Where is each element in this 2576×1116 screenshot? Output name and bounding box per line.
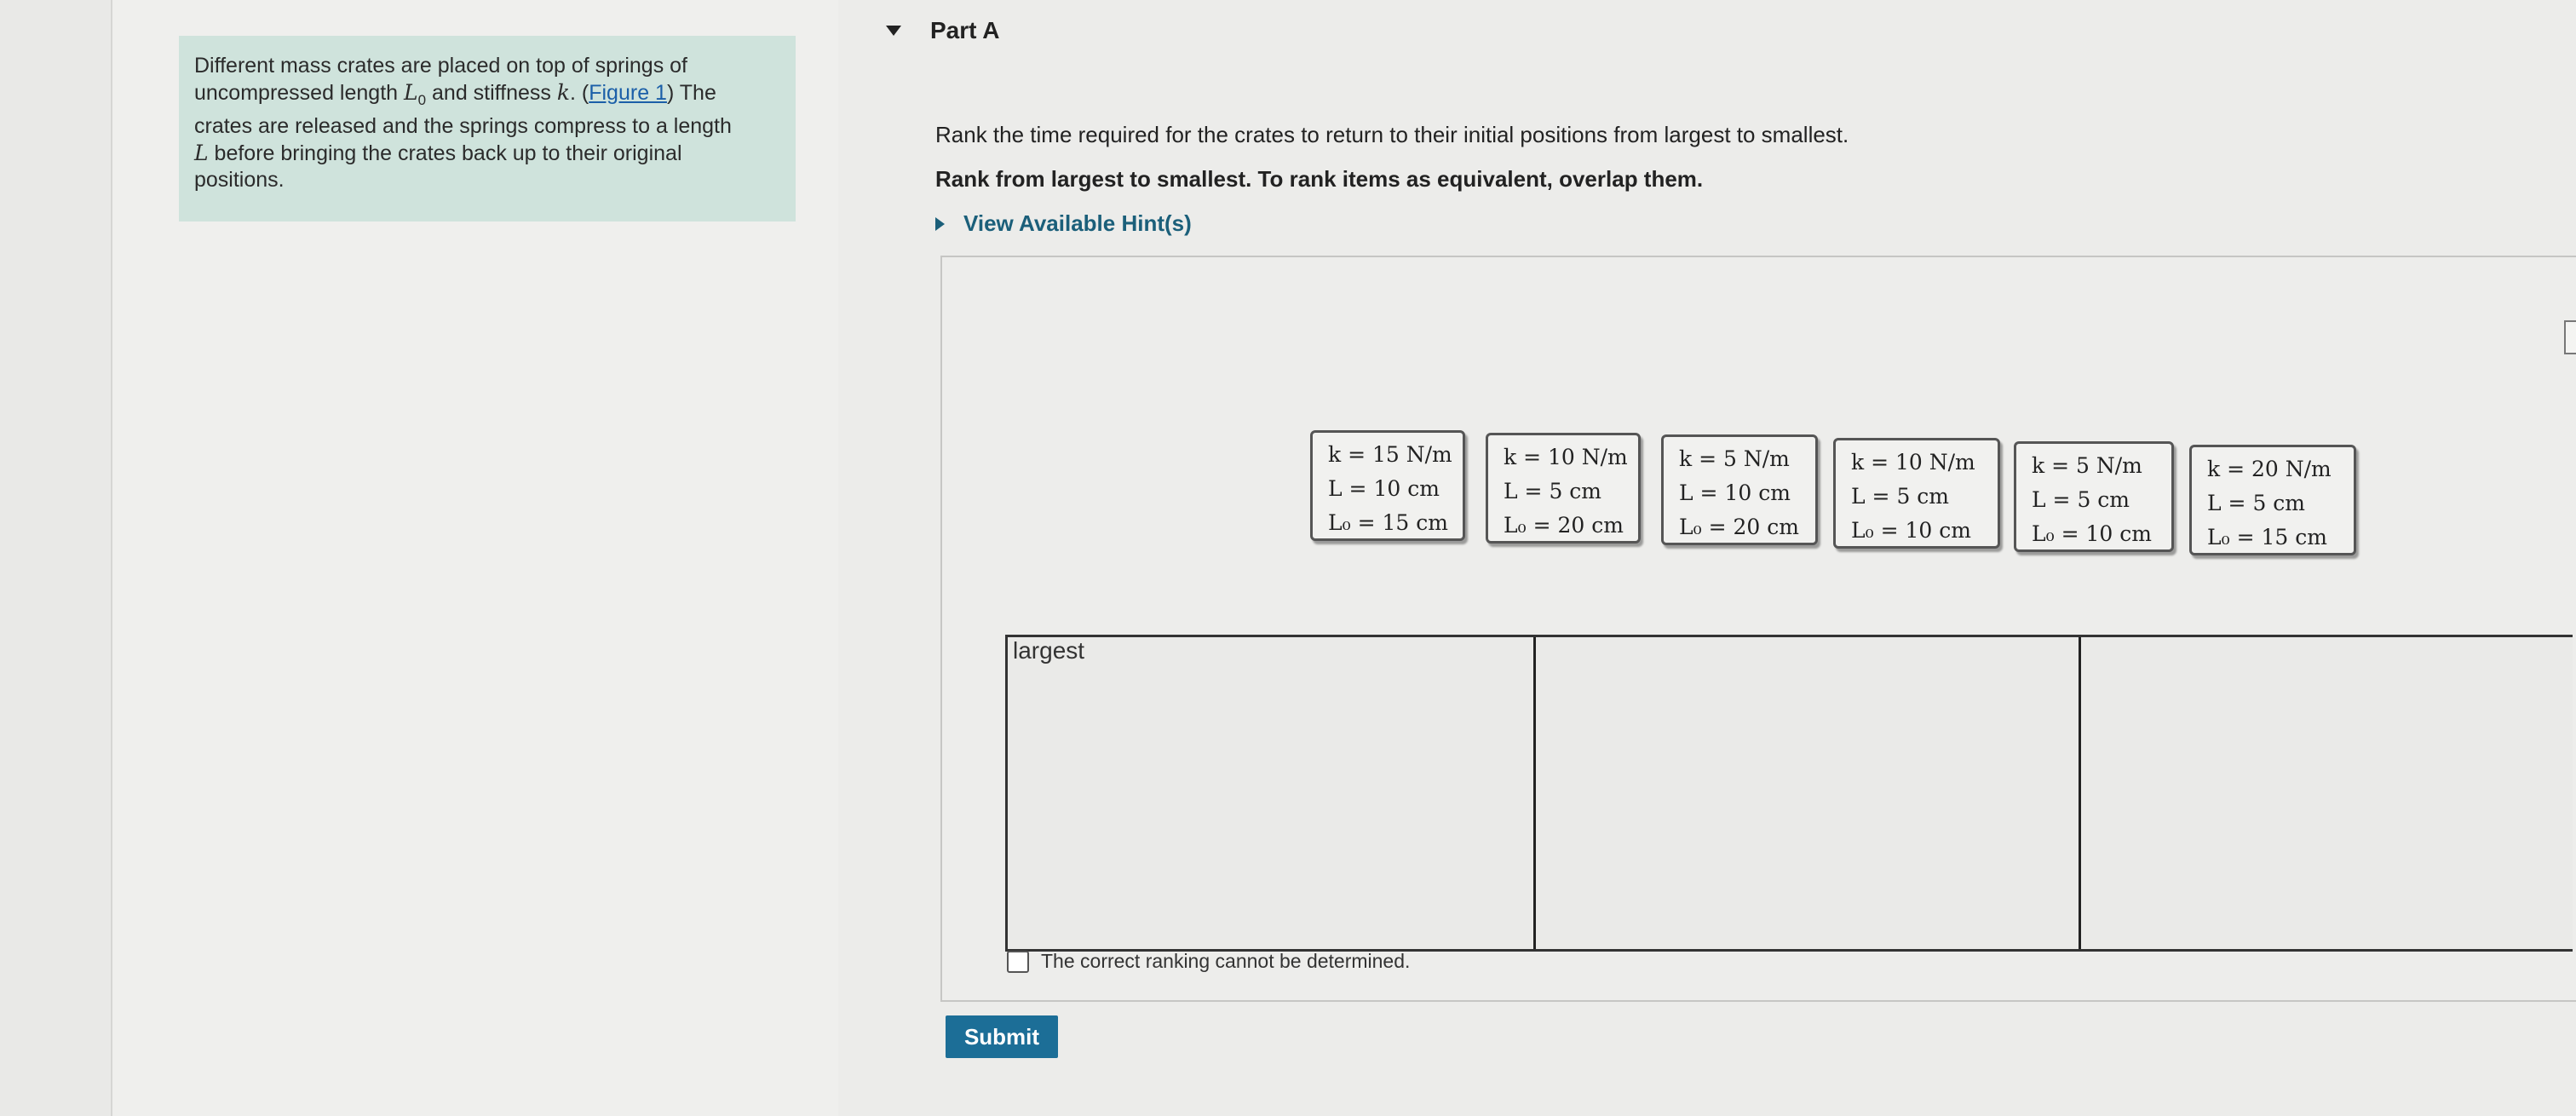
view-hints-label[interactable]: View Available Hint(s) xyxy=(963,210,1192,237)
crate-tile[interactable]: k = 5 N/m L = 10 cm L₀ = 20 cm xyxy=(1661,434,1818,545)
tile-L0: L₀ = 20 cm xyxy=(1679,515,1799,539)
tile-L: L = 10 cm xyxy=(1328,476,1440,501)
intro-line-1: Different mass crates are placed on top … xyxy=(194,54,688,78)
symbol-L: L xyxy=(403,80,418,105)
cannot-determine-checkbox[interactable] xyxy=(1007,950,1029,973)
figure-link[interactable]: Figure 1 xyxy=(589,81,667,105)
intro-text: uncompressed length xyxy=(194,81,404,105)
tile-L: L = 5 cm xyxy=(2032,487,2130,512)
part-header[interactable]: Part A xyxy=(886,17,999,44)
cannot-determine-option[interactable]: The correct ranking cannot be determined… xyxy=(1007,950,1410,973)
crate-tile[interactable]: k = 10 N/m L = 5 cm L₀ = 10 cm xyxy=(1833,438,2000,549)
problem-intro: Different mass crates are placed on top … xyxy=(179,36,796,221)
question-text: Rank the time required for the crates to… xyxy=(935,122,1849,147)
tile-k: k = 5 N/m xyxy=(2032,453,2142,478)
tile-L0: L₀ = 20 cm xyxy=(1504,513,1624,538)
intro-line-2: uncompressed length L0 and stiffness k. … xyxy=(194,79,780,113)
intro-text: ) The xyxy=(666,81,716,105)
tile-k: k = 10 N/m xyxy=(1851,450,1975,475)
tile-L: L = 5 cm xyxy=(2207,491,2306,515)
symbol-sub: 0 xyxy=(417,92,427,108)
symbol-k: k xyxy=(556,80,571,105)
symbol-L: L xyxy=(194,141,209,165)
tile-k: k = 10 N/m xyxy=(1504,445,1628,469)
intro-line-3: crates are released and the springs comp… xyxy=(194,114,732,138)
ranking-bins: largest xyxy=(1005,635,2573,952)
expand-caret-icon xyxy=(935,216,945,231)
intro-line-4: L before bringing the crates back up to … xyxy=(194,140,780,167)
view-hints-toggle[interactable]: View Available Hint(s) xyxy=(935,210,1192,237)
intro-line-5: positions. xyxy=(194,168,285,192)
largest-label: largest xyxy=(1013,637,1085,664)
part-title: Part A xyxy=(930,17,1000,43)
crate-tile[interactable]: k = 20 N/m L = 5 cm L₀ = 15 cm xyxy=(2189,445,2356,555)
tile-L: L = 5 cm xyxy=(1851,484,1950,509)
tile-k: k = 5 N/m xyxy=(1679,446,1790,471)
scroll-edge-handle[interactable] xyxy=(2564,320,2576,354)
tile-L0: L₀ = 10 cm xyxy=(2032,521,2152,546)
submit-button[interactable]: Submit xyxy=(946,1015,1058,1058)
tile-L0: L₀ = 10 cm xyxy=(1851,518,1971,543)
intro-text: before bringing the crates back up to th… xyxy=(208,141,682,165)
intro-text: . ( xyxy=(570,81,589,105)
tile-k: k = 15 N/m xyxy=(1328,442,1452,467)
tile-L: L = 10 cm xyxy=(1679,480,1791,505)
tile-L0: L₀ = 15 cm xyxy=(2207,525,2327,549)
ranking-instruction: Rank from largest to smallest. To rank i… xyxy=(935,166,1704,192)
crate-tile[interactable]: k = 15 N/m L = 10 cm L₀ = 15 cm xyxy=(1310,430,1465,541)
cannot-determine-label: The correct ranking cannot be determined… xyxy=(1041,950,1411,972)
rank-bin-1[interactable]: largest xyxy=(1008,637,1536,949)
crate-tile[interactable]: k = 10 N/m L = 5 cm L₀ = 20 cm xyxy=(1486,433,1641,544)
intro-text: and stiffness xyxy=(426,81,557,105)
tile-L: L = 5 cm xyxy=(1504,479,1602,503)
rank-bin-2[interactable] xyxy=(1536,637,2081,949)
collapse-caret-icon[interactable] xyxy=(886,26,901,36)
tile-k: k = 20 N/m xyxy=(2207,457,2332,481)
crate-tile[interactable]: k = 5 N/m L = 5 cm L₀ = 10 cm xyxy=(2014,441,2174,552)
tile-L0: L₀ = 15 cm xyxy=(1328,510,1448,535)
rank-bin-3[interactable] xyxy=(2081,637,2575,949)
